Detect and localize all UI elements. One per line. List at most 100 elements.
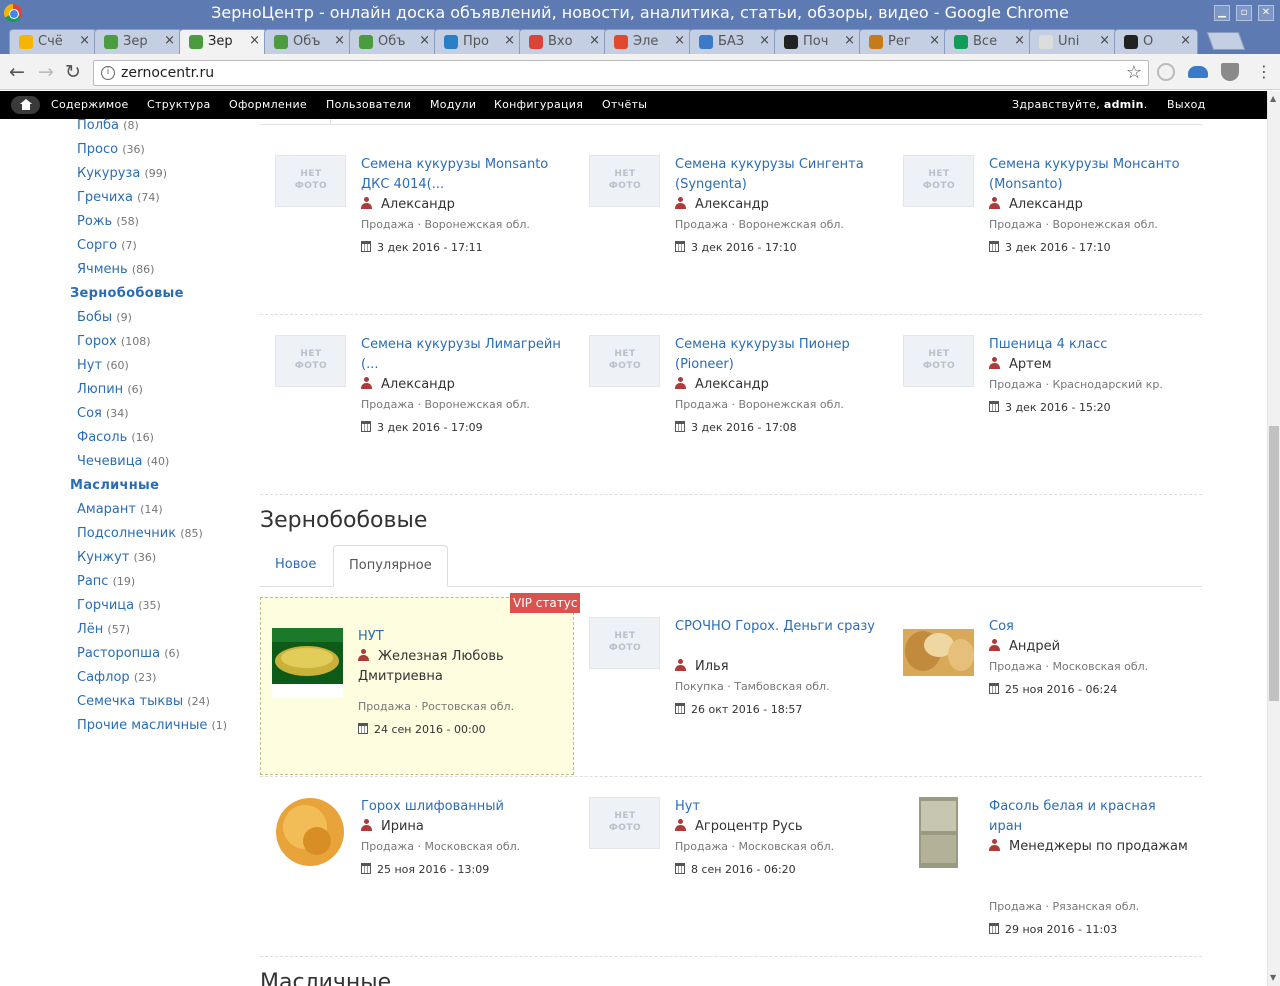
extension-record-icon[interactable] [1157, 63, 1175, 81]
browser-tab[interactable]: Все × [944, 29, 1032, 54]
listing-title-link[interactable]: Пшеница 4 класс [989, 335, 1189, 355]
sidebar-item-yachmen[interactable]: Ячмень (86) [77, 262, 154, 277]
listing-title-link[interactable]: НУТ [358, 627, 558, 647]
tab-close-icon[interactable]: × [249, 33, 260, 48]
tab-close-icon[interactable]: × [844, 33, 855, 48]
forward-arrow-icon[interactable]: → [38, 61, 54, 83]
listing-title-link[interactable]: Фасоль белая и красная иран [989, 797, 1189, 837]
home-icon[interactable] [11, 96, 40, 114]
sidebar-item-proso[interactable]: Просо (36) [77, 142, 145, 157]
sidebar-item-semechka-tykvy[interactable]: Семечка тыквы (24) [77, 694, 210, 709]
sidebar-item-lyon[interactable]: Лён (57) [77, 622, 130, 637]
address-bar[interactable]: i zernocentr.ru ☆ [93, 60, 1149, 86]
tab-popular[interactable]: Популярное [333, 545, 448, 587]
sidebar-item-lupin[interactable]: Люпин (6) [77, 382, 143, 397]
listing-title-link[interactable]: Нут [675, 797, 875, 817]
listing-title-link[interactable]: Семена кукурузы Пионер (Pioneer) [675, 335, 875, 375]
no-photo-placeholder[interactable]: НЕТ ФОТО [903, 335, 974, 387]
tab-close-icon[interactable]: × [674, 33, 685, 48]
close-window-icon[interactable]: ✕ [1258, 5, 1274, 21]
no-photo-placeholder[interactable]: НЕТ ФОТО [275, 335, 346, 387]
minimize-icon[interactable]: ▁ [1214, 5, 1230, 21]
tab-close-icon[interactable]: × [504, 33, 515, 48]
scroll-down-arrow-icon[interactable]: ▼ [1270, 973, 1276, 982]
listing-title-link[interactable]: Семена кукурузы Монсанто (Monsanto) [989, 155, 1189, 195]
url-text[interactable]: zernocentr.ru [121, 65, 214, 81]
listing-photo-soy[interactable] [903, 617, 974, 688]
browser-tab[interactable]: О × [1114, 29, 1198, 54]
tab-close-icon[interactable]: × [589, 33, 600, 48]
bookmark-star-icon[interactable]: ☆ [1126, 62, 1142, 83]
sidebar-item-goroh[interactable]: Горох (108) [77, 334, 151, 349]
browser-tab[interactable]: Эле × [604, 29, 692, 54]
info-icon[interactable]: i [101, 66, 115, 80]
listing-photo-peas[interactable] [275, 797, 346, 868]
tab-close-icon[interactable]: × [1180, 33, 1191, 48]
browser-tab[interactable]: Рег × [859, 29, 947, 54]
tab-close-icon[interactable]: × [79, 33, 90, 48]
tab-new[interactable]: Новое [260, 545, 331, 587]
sidebar-item-grechiha[interactable]: Гречиха (74) [77, 190, 160, 205]
no-photo-placeholder[interactable]: НЕТ ФОТО [589, 155, 660, 207]
extension-shield-icon[interactable] [1221, 63, 1239, 81]
tab-close-icon[interactable]: × [419, 33, 430, 48]
browser-tab[interactable]: Объ × [349, 29, 437, 54]
scrollbar-thumb[interactable] [1269, 426, 1279, 701]
new-tab-button[interactable] [1206, 32, 1246, 50]
admin-menu-appearance[interactable]: Оформление [229, 98, 307, 111]
admin-menu-modules[interactable]: Модули [430, 98, 476, 111]
sidebar-item-chechevitsa[interactable]: Чечевица (40) [77, 454, 169, 469]
sidebar-item-nut[interactable]: Нут (60) [77, 358, 129, 373]
admin-menu-reports[interactable]: Отчёты [602, 98, 647, 111]
listing-title-link[interactable]: Соя [989, 617, 1189, 637]
browser-tab[interactable]: Uni × [1029, 29, 1117, 54]
sidebar-item-boby[interactable]: Бобы (9) [77, 310, 132, 325]
listing-title-link[interactable]: Семена кукурузы Monsanto ДКС 4014(... [361, 155, 561, 195]
extension-cloud-icon[interactable] [1188, 66, 1208, 78]
no-photo-placeholder[interactable]: НЕТ ФОТО [903, 155, 974, 207]
browser-tab[interactable]: Про × [434, 29, 522, 54]
sidebar-item-gorchitsa[interactable]: Горчица (35) [77, 598, 161, 613]
tab-close-icon[interactable]: × [759, 33, 770, 48]
maximize-icon[interactable]: ▫ [1236, 5, 1252, 21]
listing-photo-chickpeas[interactable] [272, 627, 343, 698]
tab-close-icon[interactable]: × [1014, 33, 1025, 48]
sidebar-category-oilseeds[interactable]: Масличные [70, 478, 159, 493]
sidebar-item-sorgo[interactable]: Сорго (7) [77, 238, 137, 253]
logout-link[interactable]: Выход [1167, 98, 1206, 111]
no-photo-placeholder[interactable]: НЕТ ФОТО [275, 155, 346, 207]
page-scrollbar[interactable]: ▲ ▼ [1267, 91, 1280, 986]
browser-tab-active[interactable]: Зер × [179, 29, 267, 55]
browser-tab[interactable]: Поч × [774, 29, 862, 54]
tab-close-icon[interactable]: × [334, 33, 345, 48]
sidebar-item-fasol[interactable]: Фасоль (16) [77, 430, 154, 445]
browser-tab[interactable]: Счё × [9, 29, 97, 54]
tab-close-icon[interactable]: × [1099, 33, 1110, 48]
menu-dots-icon[interactable]: ⋮ [1256, 62, 1272, 81]
admin-menu-content[interactable]: Содержимое [51, 98, 129, 111]
sidebar-item-saflor[interactable]: Сафлор (23) [77, 670, 156, 685]
sidebar-category-legumes[interactable]: Зернобобовые [70, 286, 184, 301]
browser-tab[interactable]: Зер × [94, 29, 182, 54]
scroll-up-arrow-icon[interactable]: ▲ [1270, 94, 1276, 103]
sidebar-item-raps[interactable]: Рапс (19) [77, 574, 135, 589]
listing-title-link[interactable]: Семена кукурузы Лимагрейн (... [361, 335, 561, 375]
listing-title-link[interactable]: СРОЧНО Горох. Деньги сразу [675, 617, 875, 637]
sidebar-item-kunzhut[interactable]: Кунжут (36) [77, 550, 156, 565]
admin-username[interactable]: admin [1104, 98, 1144, 111]
sidebar-item-polba[interactable]: Полба (8) [77, 119, 139, 133]
sidebar-item-amarant[interactable]: Амарант (14) [77, 502, 163, 517]
sidebar-item-rastoropsha[interactable]: Расторопша (6) [77, 646, 180, 661]
tab-close-icon[interactable]: × [929, 33, 940, 48]
sidebar-item-podsolnechnik[interactable]: Подсолнечник (85) [77, 526, 203, 541]
admin-menu-users[interactable]: Пользователи [326, 98, 411, 111]
browser-tab[interactable]: БАЗ × [689, 29, 777, 54]
listing-title-link[interactable]: Семена кукурузы Сингента (Syngenta) [675, 155, 875, 195]
no-photo-placeholder[interactable]: НЕТ ФОТО [589, 797, 660, 849]
tab-close-icon[interactable]: × [164, 33, 175, 48]
admin-menu-structure[interactable]: Структура [147, 98, 211, 111]
sidebar-item-soya[interactable]: Соя (34) [77, 406, 129, 421]
admin-menu-configuration[interactable]: Конфигурация [494, 98, 583, 111]
reload-icon[interactable]: ↻ [65, 61, 81, 83]
browser-tab[interactable]: Объ × [264, 29, 352, 54]
